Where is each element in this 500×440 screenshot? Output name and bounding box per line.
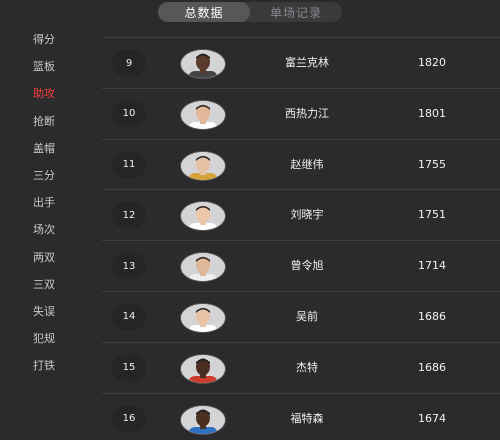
sidebar-item-missed-shots[interactable]: 打铁 — [0, 352, 95, 379]
player-avatar — [180, 404, 226, 435]
stat-value: 1801 — [418, 106, 446, 120]
player-name: 赵继伟 — [290, 157, 324, 171]
sidebar-item-double-doubles[interactable]: 两双 — [0, 244, 95, 271]
player-name: 杰特 — [296, 360, 318, 374]
player-row[interactable]: 14 吴前 1686 — [102, 290, 500, 342]
sidebar-item-steals[interactable]: 抢断 — [0, 108, 95, 135]
sidebar-item-shot-attempts[interactable]: 出手 — [0, 189, 95, 216]
player-row[interactable]: 10 西热力江 1801 — [102, 87, 500, 139]
sidebar-item-points[interactable]: 得分 — [0, 26, 95, 53]
player-avatar — [180, 252, 226, 283]
rank-badge: 12 — [112, 202, 146, 229]
rank-badge: 9 — [112, 50, 146, 76]
category-sidebar: 得分 篮板 助攻 抢断 盖帽 三分 出手 场次 两双 三双 失误 犯规 打铁 — [0, 26, 95, 379]
rank-badge: 13 — [112, 253, 146, 280]
stat-value: 1755 — [418, 157, 446, 171]
sidebar-item-games[interactable]: 场次 — [0, 216, 95, 243]
player-row[interactable]: 11 赵继伟 1755 — [102, 138, 500, 190]
player-avatar — [180, 353, 226, 384]
sidebar-item-three-pointers[interactable]: 三分 — [0, 162, 95, 189]
sidebar-item-rebounds[interactable]: 篮板 — [0, 53, 95, 80]
tab-total-stats[interactable]: 总数据 — [158, 2, 250, 22]
player-avatar — [180, 302, 226, 333]
player-row[interactable]: 15 杰特 1686 — [102, 341, 500, 393]
rank-badge: 16 — [112, 405, 146, 432]
player-name: 曾令旭 — [290, 259, 324, 273]
player-name: 福特森 — [290, 411, 324, 425]
player-name: 刘晓宇 — [290, 208, 324, 222]
player-name: 富兰克林 — [285, 56, 329, 69]
sidebar-item-assists[interactable]: 助攻 — [0, 80, 95, 107]
stat-value: 1751 — [418, 208, 446, 222]
sidebar-item-turnovers[interactable]: 失误 — [0, 298, 95, 325]
sidebar-item-blocks[interactable]: 盖帽 — [0, 135, 95, 162]
sidebar-item-triple-doubles[interactable]: 三双 — [0, 271, 95, 298]
stat-value: 1686 — [418, 309, 446, 323]
stats-type-tabs: 总数据 单场记录 — [158, 2, 342, 22]
player-avatar — [180, 150, 226, 181]
stat-value: 1714 — [418, 259, 446, 273]
ranking-list: 9 富兰克林 1820 10 西热力江 1801 11 赵继伟 1755 12 刘晓宇 1751 13 曾… — [102, 37, 500, 440]
player-row[interactable]: 12 刘晓宇 1751 — [102, 189, 500, 240]
player-row[interactable]: 9 富兰克林 1820 — [102, 37, 500, 88]
player-avatar — [180, 99, 226, 130]
stat-value: 1820 — [418, 56, 446, 69]
rank-badge: 11 — [112, 151, 146, 178]
player-avatar — [180, 49, 226, 79]
stat-value: 1674 — [418, 411, 446, 425]
stats-ranking-page: 总数据 单场记录 得分 篮板 助攻 抢断 盖帽 三分 出手 场次 两双 三双 失… — [0, 0, 500, 440]
stat-value: 1686 — [418, 360, 446, 374]
sidebar-item-fouls[interactable]: 犯规 — [0, 325, 95, 352]
player-name: 西热力江 — [285, 106, 329, 120]
tab-single-game-records[interactable]: 单场记录 — [250, 2, 342, 22]
player-row[interactable]: 13 曾令旭 1714 — [102, 240, 500, 291]
player-avatar — [180, 201, 226, 232]
player-name: 吴前 — [296, 309, 318, 323]
rank-badge: 14 — [112, 303, 146, 330]
player-row[interactable]: 16 福特森 1674 — [102, 392, 500, 440]
rank-badge: 10 — [112, 100, 146, 127]
rank-badge: 15 — [112, 354, 146, 381]
